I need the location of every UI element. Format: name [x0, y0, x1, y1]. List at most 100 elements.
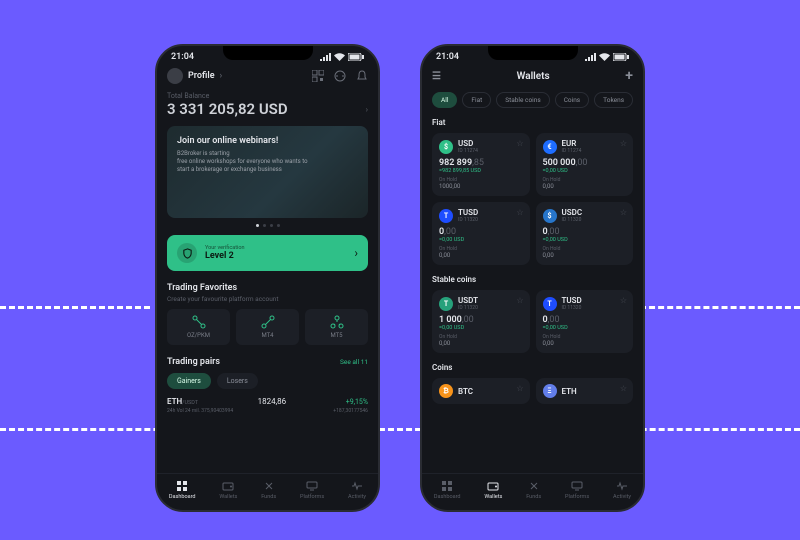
tab-losers[interactable]: Losers	[217, 373, 258, 389]
banner-title: Join our online webinars!	[177, 136, 358, 146]
nav-wallets[interactable]: Wallets	[484, 480, 502, 500]
add-icon[interactable]: +	[625, 68, 633, 84]
pair-change: +9,15%	[346, 398, 368, 406]
platforms-icon	[306, 480, 318, 492]
profile-label: Profile	[188, 71, 215, 81]
activity-icon	[351, 480, 363, 492]
pair-base: ETH	[167, 397, 182, 406]
qr-icon[interactable]	[312, 70, 324, 82]
funds-icon	[528, 480, 540, 492]
platform-icon	[192, 315, 206, 329]
pager-dots[interactable]	[167, 224, 368, 227]
battery-icon	[613, 53, 629, 61]
wallet-icon	[487, 480, 499, 492]
coin-symbol: ETH	[562, 387, 577, 396]
filter-stable[interactable]: Stable coins	[496, 92, 549, 108]
nav-wallets[interactable]: Wallets	[219, 480, 237, 500]
banner-line1: B2Broker is starting	[177, 150, 358, 158]
star-icon[interactable]: ☆	[516, 296, 523, 305]
wallet-card[interactable]: ☆ T USDT ID 11320 1 000,00 =0,00 USD On …	[432, 290, 530, 353]
wallet-card[interactable]: ☆ ₿ BTC	[432, 378, 530, 404]
nav-dashboard[interactable]: Dashboard	[434, 480, 461, 500]
signal-icon	[320, 53, 331, 61]
nav-platforms[interactable]: Platforms	[300, 480, 324, 500]
favorite-item[interactable]: MT4	[236, 309, 299, 345]
filter-fiat[interactable]: Fiat	[462, 92, 491, 108]
chevron-right-icon: ›	[366, 105, 368, 114]
star-icon[interactable]: ☆	[516, 384, 523, 393]
funds-icon	[263, 480, 275, 492]
on-hold-value: 0,00	[439, 340, 523, 347]
banner-line2: free online workshops for everyone who w…	[177, 158, 358, 166]
coin-icon: €	[543, 140, 557, 154]
wallet-card[interactable]: ☆ Ξ ETH	[536, 378, 634, 404]
coin-icon: T	[439, 297, 453, 311]
coin-icon: T	[439, 209, 453, 223]
wallet-card[interactable]: ☆ T TUSD ID 11320 0,00 =0,00 USD On Hold…	[432, 202, 530, 265]
wallet-balance: 0,00	[439, 227, 523, 237]
balance-value: 3 331 205,82 USD	[167, 100, 288, 118]
group-coins: Coins	[432, 363, 633, 372]
star-icon[interactable]: ☆	[620, 296, 627, 305]
see-all-link[interactable]: See all 11	[340, 358, 368, 366]
coin-id: ID 11274	[562, 148, 582, 154]
support-icon[interactable]	[334, 70, 346, 82]
wallet-card[interactable]: ☆ $ USD ID 11274 982 899,85 =982 899,85 …	[432, 133, 530, 196]
nav-funds[interactable]: Funds	[526, 480, 541, 500]
balance-row[interactable]: 3 331 205,82 USD ›	[167, 100, 368, 118]
wallet-usd: =0,00 USD	[543, 168, 627, 174]
star-icon[interactable]: ☆	[620, 384, 627, 393]
bottom-nav: Dashboard Wallets Funds Platforms Activi…	[157, 473, 378, 510]
status-icons	[585, 53, 629, 61]
webinar-banner[interactable]: Join our online webinars! B2Broker is st…	[167, 126, 368, 218]
star-icon[interactable]: ☆	[620, 208, 627, 217]
nav-funds[interactable]: Funds	[261, 480, 276, 500]
wallet-usd: =0,00 USD	[543, 325, 627, 331]
favorites-title: Trading Favorites	[167, 283, 368, 293]
wallet-card[interactable]: ☆ € EUR ID 11274 500 000,00 =0,00 USD On…	[536, 133, 634, 196]
banner-line3: start a brokerage or exchange business	[177, 166, 358, 174]
filter-all[interactable]: All	[432, 92, 457, 108]
on-hold-value: 0,00	[543, 340, 627, 347]
wallet-card[interactable]: ☆ $ USDC ID 11320 0,00 =0,00 USD On Hold…	[536, 202, 634, 265]
bell-icon[interactable]	[356, 70, 368, 82]
profile-button[interactable]: Profile ›	[167, 68, 222, 84]
menu-icon[interactable]: ☰	[432, 71, 441, 82]
filter-tokens[interactable]: Tokens	[594, 92, 633, 108]
pair-row[interactable]: ETH/USDT 1824,86 +9,15%	[167, 397, 368, 406]
star-icon[interactable]: ☆	[620, 139, 627, 148]
coin-id: ID 11320	[458, 217, 478, 223]
wallet-usd: =982 899,85 USD	[439, 168, 523, 174]
on-hold-value: 0,00	[543, 252, 627, 259]
signal-icon	[585, 53, 596, 61]
wallet-balance: 0,00	[543, 227, 627, 237]
pairs-title: Trading pairs	[167, 357, 220, 367]
coin-icon: $	[439, 140, 453, 154]
favorite-label: MT5	[330, 332, 342, 339]
coin-icon: T	[543, 297, 557, 311]
verification-label: Your verification	[205, 245, 245, 251]
coin-symbol: USDT	[458, 296, 478, 305]
star-icon[interactable]: ☆	[516, 208, 523, 217]
nav-activity[interactable]: Activity	[348, 480, 366, 500]
favorite-item[interactable]: MT5	[305, 309, 368, 345]
filter-coins[interactable]: Coins	[555, 92, 589, 108]
tab-gainers[interactable]: Gainers	[167, 373, 211, 389]
coin-symbol: USD	[458, 139, 478, 148]
pair-price: 1824,86	[258, 397, 287, 406]
nav-platforms[interactable]: Platforms	[565, 480, 589, 500]
coin-icon: $	[543, 209, 557, 223]
coin-symbol: TUSD	[562, 296, 582, 305]
wallet-card[interactable]: ☆ T TUSD ID 11320 0,00 =0,00 USD On Hold…	[536, 290, 634, 353]
star-icon[interactable]: ☆	[516, 139, 523, 148]
pair-vol-right: +187,30177546	[333, 408, 368, 414]
phone-wallets: 21:04 ☰ Wallets + All Fiat Stable coins …	[420, 44, 645, 512]
phone-dashboard: 21:04 Profile › Total Balan	[155, 44, 380, 512]
verification-card[interactable]: Your verification Level 2 ›	[167, 235, 368, 271]
nav-activity[interactable]: Activity	[613, 480, 631, 500]
favorite-item[interactable]: OZ/PKM	[167, 309, 230, 345]
verification-level: Level 2	[205, 251, 245, 261]
nav-dashboard[interactable]: Dashboard	[169, 480, 196, 500]
shield-icon	[177, 243, 197, 263]
battery-icon	[348, 53, 364, 61]
